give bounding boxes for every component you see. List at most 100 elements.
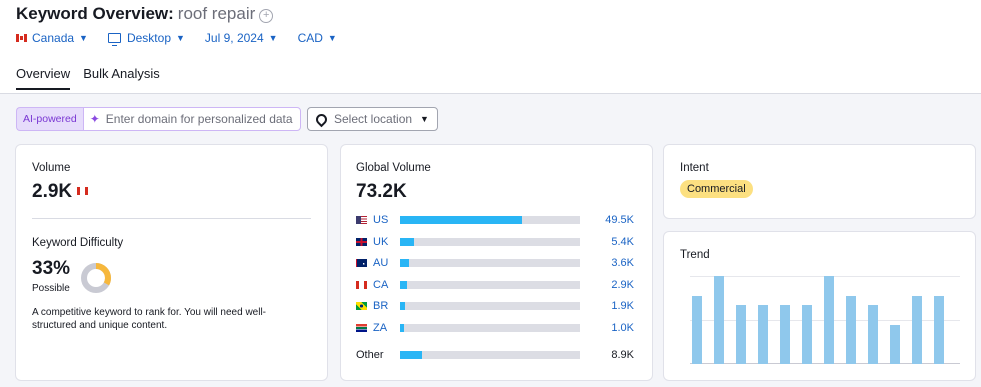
divider <box>32 218 311 219</box>
volume-value: 2.9K <box>32 181 73 202</box>
tab-overview[interactable]: Overview <box>16 66 71 90</box>
chevron-down-icon: ▼ <box>420 114 429 124</box>
ai-domain-group: AI-powered ✦ Enter domain for personaliz… <box>16 107 301 131</box>
country-volume[interactable]: 1.0K <box>582 322 634 334</box>
country-volume[interactable]: 5.4K <box>582 236 634 248</box>
date-dropdown[interactable]: Jul 9, 2024 ▼ <box>205 31 278 45</box>
trend-bar[interactable] <box>736 305 746 364</box>
volume-value-row: 2.9K <box>32 181 89 203</box>
trend-bar[interactable] <box>824 276 834 364</box>
country-row-us[interactable]: US 49.5K <box>356 213 636 227</box>
domain-placeholder: Enter domain for personalized data <box>105 112 293 126</box>
chevron-down-icon: ▼ <box>176 33 185 43</box>
za-flag-icon <box>356 324 367 332</box>
au-flag-icon <box>356 259 367 268</box>
country-label: Canada <box>32 31 75 45</box>
trend-bar[interactable] <box>912 296 922 364</box>
global-volume-label: Global Volume <box>356 162 431 174</box>
trend-bar[interactable] <box>758 305 768 364</box>
volume-bar <box>400 237 415 246</box>
trend-bars <box>690 276 960 364</box>
location-pin-icon <box>313 111 330 127</box>
volume-bar-track <box>400 324 580 332</box>
volume-bar <box>400 302 406 311</box>
country-row-br[interactable]: BR 1.9K <box>356 299 636 313</box>
currency-label: CAD <box>297 31 323 45</box>
tab-bulk-analysis[interactable]: Bulk Analysis <box>83 66 160 90</box>
ai-powered-badge: AI-powered <box>16 107 83 131</box>
location-select[interactable]: Select location ▼ <box>307 107 438 131</box>
kd-level: Possible <box>32 283 70 294</box>
country-code: ZA <box>373 322 388 334</box>
trend-bar[interactable] <box>692 296 702 364</box>
country-volume[interactable]: 2.9K <box>582 279 634 291</box>
chevron-down-icon: ▼ <box>268 33 278 43</box>
volume-bar <box>400 324 404 332</box>
country-code: BR <box>373 300 389 313</box>
tab-bar: Overview Bulk Analysis <box>16 66 173 90</box>
trend-chart <box>690 276 960 364</box>
trend-bar[interactable] <box>890 325 900 364</box>
domain-input[interactable]: ✦ Enter domain for personalized data <box>82 107 301 131</box>
keyword-text: roof repair <box>177 4 256 23</box>
global-volume-card: Global Volume 73.2K US 49.5K UK 5.4K AU 3.6K C… <box>340 144 653 381</box>
ca-flag-icon <box>356 280 367 289</box>
canada-flag-icon <box>16 34 27 42</box>
volume-label: Volume <box>32 162 71 174</box>
sparkle-icon: ✦ <box>89 112 100 126</box>
desktop-icon <box>107 33 121 46</box>
country-row-za[interactable]: ZA 1.0K <box>356 321 636 335</box>
country-volume[interactable]: 3.6K <box>582 257 634 269</box>
kd-percent: 33% <box>32 258 71 279</box>
country-row-other: Other 8.9K <box>356 348 636 362</box>
other-label: Other <box>356 349 384 361</box>
location-placeholder: Select location <box>334 112 413 126</box>
intent-card: Intent Commercial <box>663 144 976 219</box>
trend-bar[interactable] <box>868 305 878 364</box>
country-volume[interactable]: 1.9K <box>582 300 634 312</box>
add-keyword-icon[interactable]: + <box>259 9 274 23</box>
br-flag-icon <box>356 302 367 311</box>
volume-bar <box>400 216 523 224</box>
trend-bar[interactable] <box>780 305 790 364</box>
volume-bar-track <box>400 259 580 268</box>
intent-label: Intent <box>680 162 709 174</box>
volume-bar-track <box>400 216 580 224</box>
filter-bar: Canada ▼ Desktop ▼ Jul 9, 2024 ▼ CAD ▼ <box>16 31 357 46</box>
us-flag-icon <box>356 216 367 224</box>
device-dropdown[interactable]: Desktop ▼ <box>107 31 185 46</box>
volume-card: Volume 2.9K Keyword Difficulty 33% Possi… <box>15 144 328 381</box>
country-code: US <box>373 214 389 226</box>
global-volume-value: 73.2K <box>356 181 407 202</box>
page-title-text: Keyword Overview: <box>16 4 174 23</box>
canada-flag-icon <box>77 187 89 195</box>
volume-bar-track <box>400 351 580 359</box>
kd-description: A competitive keyword to rank for. You w… <box>32 307 267 331</box>
trend-label: Trend <box>680 249 710 261</box>
other-volume: 8.9K <box>611 349 634 361</box>
country-dropdown[interactable]: Canada ▼ <box>16 31 88 45</box>
volume-bar <box>400 280 408 289</box>
currency-dropdown[interactable]: CAD ▼ <box>298 31 337 45</box>
date-label: Jul 9, 2024 <box>204 31 264 45</box>
country-row-ca[interactable]: CA 2.9K <box>356 278 636 292</box>
intent-badge: Commercial <box>680 180 753 198</box>
volume-bar <box>400 259 409 268</box>
country-code: CA <box>373 278 389 291</box>
chevron-down-icon: ▼ <box>327 33 337 43</box>
page-title: Keyword Overview: roof repair + <box>16 4 274 24</box>
trend-bar[interactable] <box>934 296 944 364</box>
volume-bar <box>400 351 422 359</box>
trend-bar[interactable] <box>846 296 856 364</box>
trend-card: Trend <box>663 231 976 381</box>
country-row-uk[interactable]: UK 5.4K <box>356 235 636 249</box>
trend-bar[interactable] <box>802 305 812 364</box>
volume-bar-track <box>400 237 580 246</box>
country-code: UK <box>373 235 389 248</box>
country-volume[interactable]: 49.5K <box>582 214 634 226</box>
trend-bar[interactable] <box>714 276 724 364</box>
kd-label: Keyword Difficulty <box>32 237 124 249</box>
kd-donut-chart <box>81 263 111 293</box>
country-row-au[interactable]: AU 3.6K <box>356 256 636 270</box>
page-header: Keyword Overview: roof repair + Canada ▼ D… <box>0 0 981 94</box>
